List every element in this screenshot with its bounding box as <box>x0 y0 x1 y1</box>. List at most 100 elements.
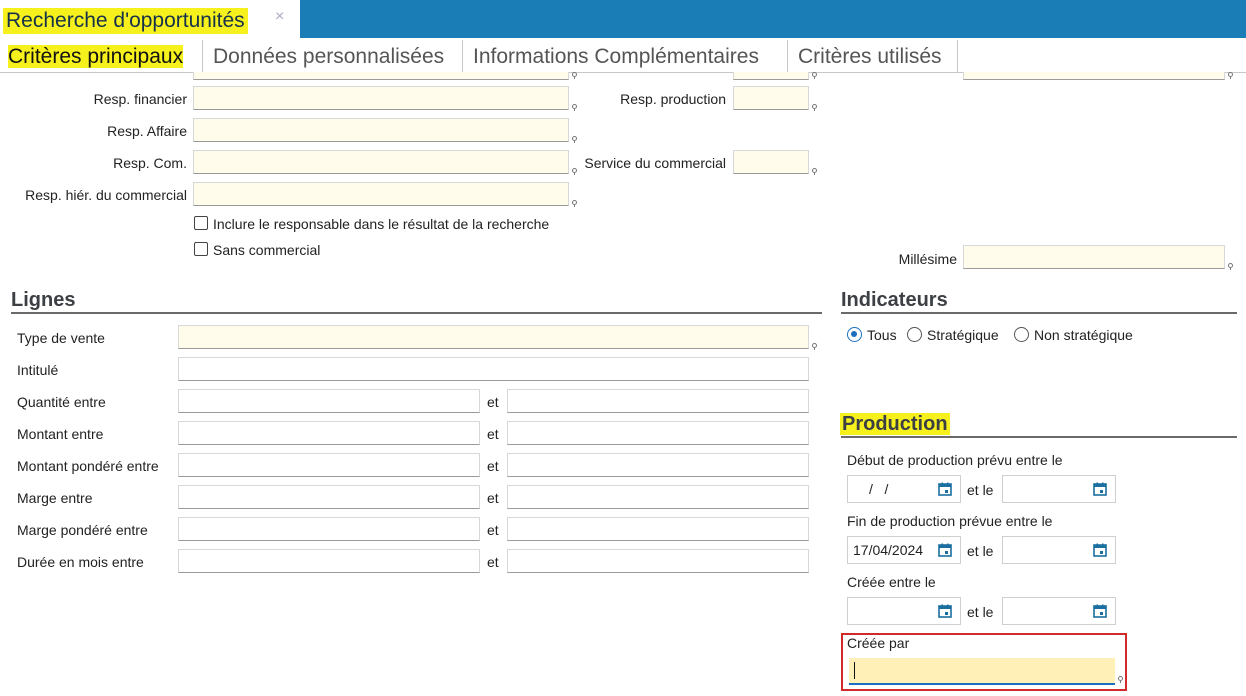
close-icon[interactable]: × <box>275 8 284 26</box>
montant-pondere-label: Montant pondéré entre <box>17 458 159 474</box>
lookup-pin-icon[interactable] <box>572 104 577 111</box>
lignes-section-divider <box>11 312 822 314</box>
creee-par-label: Créée par <box>847 635 910 651</box>
lignes-section-title: Lignes <box>11 289 76 311</box>
resp-com-input[interactable] <box>193 150 569 174</box>
service-commercial-input[interactable] <box>733 150 809 174</box>
type-vente-input[interactable] <box>178 325 809 349</box>
radio-tous[interactable] <box>847 327 862 342</box>
lookup-pin-icon[interactable] <box>1228 263 1233 270</box>
calendar-icon[interactable] <box>938 482 952 496</box>
intitule-input[interactable] <box>178 357 809 381</box>
creee-to-date[interactable] <box>1002 597 1116 625</box>
marge-to-input[interactable] <box>507 485 809 509</box>
tab-informations-complementaires[interactable]: Informations Complémentaires <box>463 40 788 72</box>
tab-criteres-utilises[interactable]: Critères utilisés <box>788 40 958 72</box>
lookup-pin-icon[interactable] <box>812 168 817 175</box>
partial-field-3[interactable] <box>963 72 1225 80</box>
resp-financier-label: Resp. financier <box>93 91 187 107</box>
lookup-pin-icon[interactable] <box>812 72 817 79</box>
partial-field-2[interactable] <box>733 72 809 80</box>
document-tab[interactable]: Recherche d'opportunités × <box>0 0 300 38</box>
creee-entre-label: Créée entre le <box>847 574 936 590</box>
partial-field-1[interactable] <box>193 72 569 80</box>
et-label: et <box>487 554 499 570</box>
debut-production-to-date[interactable] <box>1002 475 1116 503</box>
resp-affaire-label: Resp. Affaire <box>107 123 187 139</box>
montant-pondere-to-input[interactable] <box>507 453 809 477</box>
resp-affaire-input[interactable] <box>193 118 569 142</box>
fin-production-label: Fin de production prévue entre le <box>847 513 1053 529</box>
radio-strategique[interactable] <box>907 327 922 342</box>
service-commercial-label: Service du commercial <box>584 155 726 171</box>
montant-pondere-from-input[interactable] <box>178 453 480 477</box>
debut-production-from-date[interactable]: / / <box>847 475 961 503</box>
fin-production-from-date[interactable]: 17/04/2024 <box>847 536 961 564</box>
millesime-label: Millésime <box>898 251 957 267</box>
resp-production-input[interactable] <box>733 86 809 110</box>
marge-ponderee-to-input[interactable] <box>507 517 809 541</box>
marge-ponderee-from-input[interactable] <box>178 517 480 541</box>
duree-label: Durée en mois entre <box>17 554 144 570</box>
marge-ponderee-label: Marge pondéré entre <box>17 522 148 538</box>
et-le-label: et le <box>967 543 994 559</box>
fin-production-to-date[interactable] <box>1002 536 1116 564</box>
millesime-input[interactable] <box>963 245 1225 269</box>
radio-tous-label: Tous <box>867 327 897 343</box>
tab-strip: Critères principaux Données personnalisé… <box>0 40 1246 73</box>
lookup-pin-icon[interactable] <box>572 72 577 79</box>
et-le-label: et le <box>967 604 994 620</box>
production-section-divider <box>841 436 1237 438</box>
indicateurs-section-divider <box>841 312 1237 314</box>
sans-commercial-label: Sans commercial <box>213 242 321 258</box>
radio-non-strategique-label: Non stratégique <box>1034 327 1133 343</box>
et-label: et <box>487 522 499 538</box>
lookup-pin-icon[interactable] <box>572 136 577 143</box>
calendar-icon[interactable] <box>938 543 952 557</box>
montant-from-input[interactable] <box>178 421 480 445</box>
quantite-from-input[interactable] <box>178 389 480 413</box>
marge-label: Marge entre <box>17 490 93 506</box>
lookup-pin-icon[interactable] <box>572 200 577 207</box>
quantite-to-input[interactable] <box>507 389 809 413</box>
intitule-label: Intitulé <box>17 362 59 378</box>
montant-label: Montant entre <box>17 426 104 442</box>
creee-from-date[interactable] <box>847 597 961 625</box>
tab-criteres-principaux[interactable]: Critères principaux <box>0 40 203 72</box>
tab-donnees-personnalisees[interactable]: Données personnalisées <box>203 40 463 72</box>
indicateurs-section-title: Indicateurs <box>841 289 948 311</box>
calendar-icon[interactable] <box>938 604 952 618</box>
resp-com-label: Resp. Com. <box>113 155 187 171</box>
et-le-label: et le <box>967 482 994 498</box>
sans-commercial-checkbox[interactable] <box>194 242 208 256</box>
marge-from-input[interactable] <box>178 485 480 509</box>
document-tab-title: Recherche d'opportunités <box>3 8 248 34</box>
calendar-icon[interactable] <box>1093 482 1107 496</box>
lookup-pin-icon[interactable] <box>812 104 817 111</box>
resp-hier-input[interactable] <box>193 182 569 206</box>
inclure-responsable-label: Inclure le responsable dans le résultat … <box>213 216 550 232</box>
lookup-pin-icon[interactable] <box>1118 676 1123 683</box>
resp-hier-label: Resp. hiér. du commercial <box>25 187 187 203</box>
et-label: et <box>487 490 499 506</box>
duree-from-input[interactable] <box>178 549 480 573</box>
debut-production-label: Début de production prévu entre le <box>847 452 1063 468</box>
duree-to-input[interactable] <box>507 549 809 573</box>
lookup-pin-icon[interactable] <box>812 343 817 350</box>
resp-financier-input[interactable] <box>193 86 569 110</box>
radio-strategique-label: Stratégique <box>927 327 999 343</box>
production-section-title: Production <box>840 413 950 435</box>
radio-non-strategique[interactable] <box>1014 327 1029 342</box>
creee-par-input[interactable] <box>849 658 1115 685</box>
type-vente-label: Type de vente <box>17 330 105 346</box>
fin-production-from-value: 17/04/2024 <box>853 542 924 558</box>
text-caret <box>854 662 855 679</box>
inclure-responsable-checkbox[interactable] <box>194 216 208 230</box>
et-label: et <box>487 394 499 410</box>
lookup-pin-icon[interactable] <box>1228 72 1233 79</box>
calendar-icon[interactable] <box>1093 543 1107 557</box>
calendar-icon[interactable] <box>1093 604 1107 618</box>
et-label: et <box>487 458 499 474</box>
et-label: et <box>487 426 499 442</box>
montant-to-input[interactable] <box>507 421 809 445</box>
